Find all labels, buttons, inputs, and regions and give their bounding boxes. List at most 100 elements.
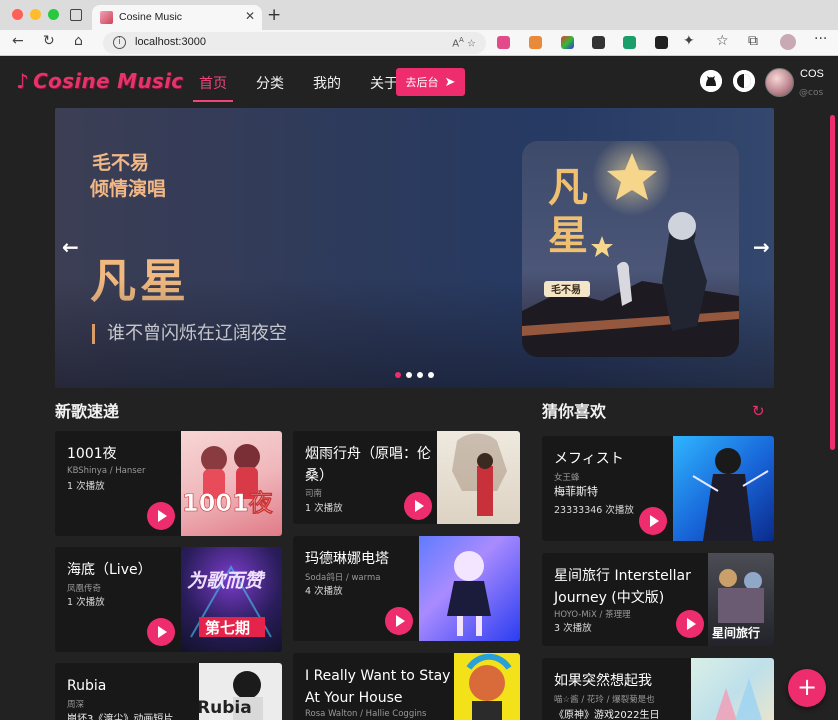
song-plays: 3 次播放 bbox=[554, 623, 592, 634]
banner-subtitle: 谁不曾闪烁在辽阔夜空 bbox=[92, 324, 287, 344]
nav-item-mine[interactable]: 我的 bbox=[307, 73, 347, 102]
banner-tagline: 倾情演唱 bbox=[90, 178, 167, 200]
home-icon[interactable]: ⌂ bbox=[74, 33, 83, 49]
album-art-artist: 毛不易 bbox=[551, 283, 581, 296]
github-icon[interactable] bbox=[700, 70, 722, 92]
song-artist: 女王蜂 bbox=[554, 473, 580, 483]
song-artist: HOYO-MiX / 茶理理 bbox=[554, 610, 631, 620]
extension-icon[interactable] bbox=[623, 36, 636, 49]
admin-button[interactable]: 去后台 ➤ bbox=[396, 68, 465, 96]
song-plays: 23333346 次播放 bbox=[554, 505, 634, 516]
tab-title: Cosine Music bbox=[119, 11, 183, 23]
nav-item-category[interactable]: 分类 bbox=[250, 73, 290, 102]
song-plays: 1 次播放 bbox=[67, 481, 105, 492]
avatar[interactable] bbox=[765, 68, 794, 97]
extensions-puzzle-icon[interactable]: ✦ bbox=[683, 33, 695, 49]
song-card[interactable]: 海底（Live） 凤凰传奇 1 次播放 为歌而赞 第七期 bbox=[55, 547, 282, 652]
new-tab-icon[interactable]: + bbox=[267, 5, 281, 25]
metamask-icon[interactable] bbox=[529, 36, 542, 49]
song-artist: 司南 bbox=[305, 489, 323, 499]
song-card[interactable]: 星间旅行 Interstellar Journey (中文版) HOYO-MiX… bbox=[542, 553, 774, 646]
browser-toolbar: ← ↻ ⌂ i localhost:3000 AA ☆ ✦ ☆ ⧉ ··· bbox=[0, 30, 838, 56]
banner-artist: 毛不易 bbox=[92, 152, 150, 174]
album-art-title: 凡 bbox=[548, 164, 588, 211]
banner-carousel[interactable]: 毛不易 倾情演唱 凡星 谁不曾闪烁在辽阔夜空 ← → 凡 星 毛不易 bbox=[55, 108, 774, 388]
song-subtitle: 梅菲斯特 bbox=[554, 485, 598, 498]
close-window-button[interactable] bbox=[12, 9, 23, 20]
collections-icon[interactable]: ⧉ bbox=[748, 33, 758, 49]
app-header: ♪ Cosine Music 首页 分类 我的 关于 去后台 ➤ COS @cos bbox=[0, 57, 838, 107]
carousel-indicators bbox=[395, 372, 434, 378]
nav-item-home[interactable]: 首页 bbox=[193, 73, 233, 102]
song-card[interactable]: 玛德琳娜电塔 Soda鸽日 / warma 4 次播放 bbox=[293, 536, 520, 641]
send-icon: ➤ bbox=[444, 74, 456, 90]
browser-tab[interactable]: Cosine Music ✕ bbox=[92, 5, 262, 30]
site-info-icon[interactable]: i bbox=[113, 36, 126, 49]
song-cover: 1001夜 bbox=[181, 431, 282, 536]
app-logo[interactable]: ♪ Cosine Music bbox=[16, 69, 183, 93]
window-controls bbox=[12, 9, 59, 20]
main-nav: 首页 分类 我的 关于 bbox=[193, 73, 404, 102]
song-title: 如果突然想起我 bbox=[554, 673, 652, 689]
song-card[interactable]: Rubia 周深 崩坏3《渡尘》动画短片 Rubia bbox=[55, 663, 282, 720]
carousel-prev-icon[interactable]: ← bbox=[62, 235, 79, 259]
song-cover-text: 第七期 bbox=[205, 619, 250, 637]
url-text: localhost:3000 bbox=[135, 36, 206, 48]
theme-toggle-icon[interactable] bbox=[733, 70, 755, 92]
minimize-window-button[interactable] bbox=[30, 9, 41, 20]
song-cover-text: 1001夜 bbox=[182, 489, 274, 517]
more-menu-icon[interactable]: ··· bbox=[814, 31, 827, 47]
extension-icon[interactable] bbox=[655, 36, 668, 49]
admin-button-label: 去后台 bbox=[405, 76, 439, 89]
section-title-new-songs: 新歌速递 bbox=[55, 402, 120, 421]
add-button[interactable]: + bbox=[788, 669, 826, 707]
song-card[interactable]: 如果突然想起我 喵☆酱 / 花玲 / 爆裂菊是也 《原神》游戏2022生日 bbox=[542, 658, 774, 720]
banner-title: 凡星 bbox=[90, 254, 190, 308]
extension-icon[interactable] bbox=[592, 36, 605, 49]
song-plays: 4 次播放 bbox=[305, 586, 343, 597]
user-handle: @cos bbox=[799, 88, 824, 98]
tab-close-icon[interactable]: ✕ bbox=[245, 9, 255, 23]
album-art-title-2: 星 bbox=[548, 212, 588, 259]
sidebar-toggle-icon[interactable] bbox=[70, 9, 82, 21]
carousel-next-icon[interactable]: → bbox=[753, 235, 770, 259]
song-card[interactable]: 1001夜 KBShinya / Hanser 1 次播放 1001夜 bbox=[55, 431, 282, 536]
song-plays: 1 次播放 bbox=[67, 597, 105, 608]
carousel-dot[interactable] bbox=[406, 372, 412, 378]
play-button[interactable] bbox=[639, 507, 667, 535]
song-cover bbox=[454, 653, 520, 720]
favorites-icon[interactable]: ☆ bbox=[716, 33, 729, 49]
song-card[interactable]: メフィスト 女王蜂 梅菲斯特 23333346 次播放 bbox=[542, 436, 774, 541]
read-aloud-icon[interactable]: AA ☆ bbox=[452, 36, 476, 49]
play-button[interactable] bbox=[147, 502, 175, 530]
back-icon[interactable]: ← bbox=[12, 33, 24, 49]
refresh-icon[interactable]: ↻ bbox=[752, 402, 765, 420]
song-title: I Really Want to Stay At Your House bbox=[305, 668, 451, 706]
extension-icon[interactable] bbox=[497, 36, 510, 49]
tab-favicon-icon bbox=[100, 11, 113, 24]
song-card[interactable]: 烟雨行舟（原唱：伦桑） 司南 1 次播放 bbox=[293, 431, 520, 524]
maximize-window-button[interactable] bbox=[48, 9, 59, 20]
play-button[interactable] bbox=[404, 492, 432, 520]
carousel-dot[interactable] bbox=[395, 372, 401, 378]
extension-icon[interactable] bbox=[561, 36, 574, 49]
logo-text: Cosine Music bbox=[33, 69, 184, 93]
reload-icon[interactable]: ↻ bbox=[43, 33, 55, 49]
play-button[interactable] bbox=[676, 610, 704, 638]
song-artist: KBShinya / Hanser bbox=[67, 466, 146, 476]
profile-avatar-icon[interactable] bbox=[780, 34, 796, 50]
carousel-dot[interactable] bbox=[417, 372, 423, 378]
song-title: 星间旅行 Interstellar Journey (中文版) bbox=[554, 568, 691, 606]
music-note-icon: ♪ bbox=[16, 69, 30, 93]
play-button[interactable] bbox=[385, 607, 413, 635]
song-artist: Soda鸽日 / warma bbox=[305, 573, 381, 583]
carousel-dot[interactable] bbox=[428, 372, 434, 378]
song-card[interactable]: I Really Want to Stay At Your House Rosa… bbox=[293, 653, 520, 720]
app-viewport: ♪ Cosine Music 首页 分类 我的 关于 去后台 ➤ COS @cos… bbox=[0, 57, 838, 720]
play-button[interactable] bbox=[147, 618, 175, 646]
address-bar[interactable]: i localhost:3000 AA ☆ bbox=[103, 32, 486, 54]
song-title: メフィスト bbox=[554, 451, 624, 467]
page-scrollbar[interactable] bbox=[830, 115, 835, 450]
song-plays: 崩坏3《渡尘》动画短片 bbox=[67, 714, 174, 720]
section-title-guess: 猜你喜欢 bbox=[542, 402, 607, 421]
